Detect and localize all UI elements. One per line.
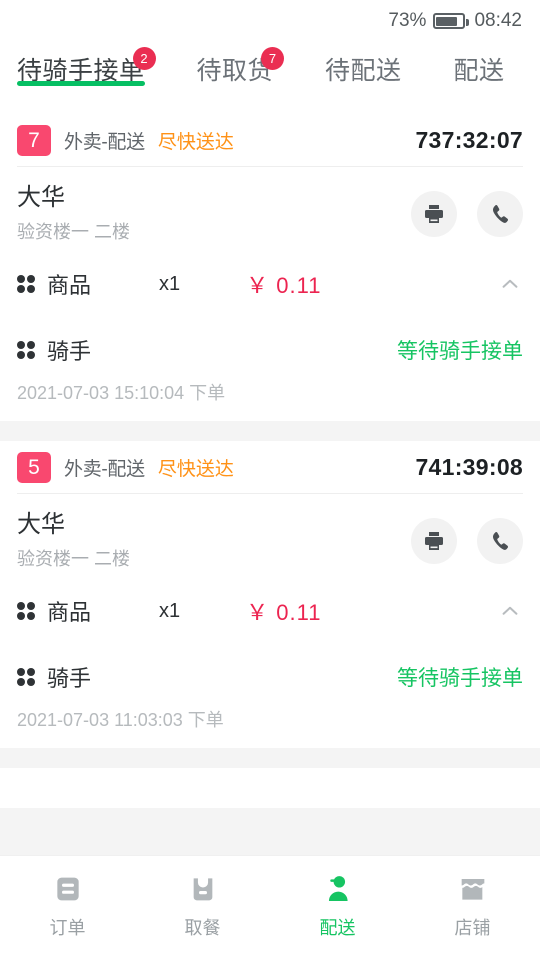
collapse-toggle[interactable] bbox=[497, 271, 523, 297]
customer-address: 验资楼一 二楼 bbox=[17, 549, 131, 569]
rider-label: 骑手 bbox=[47, 339, 92, 364]
goods-row[interactable]: 商品 x1 ￥ 0.11 bbox=[17, 586, 523, 636]
order-card[interactable]: 5 外卖-配送 尽快送达 741:39:08 大华 验资楼一 二楼 商品 x1 … bbox=[0, 441, 540, 748]
customer-actions bbox=[411, 191, 523, 237]
clock-label: 08:42 bbox=[474, 10, 522, 31]
printer-icon bbox=[425, 205, 443, 223]
order-card-header: 7 外卖-配送 尽快送达 737:32:07 bbox=[17, 114, 523, 167]
tab-badge: 7 bbox=[261, 47, 285, 70]
order-card[interactable]: 7 外卖-配送 尽快送达 737:32:07 大华 验资楼一 二楼 商品 x1 … bbox=[0, 114, 540, 421]
order-number-badge: 7 bbox=[17, 124, 51, 156]
print-button[interactable] bbox=[411, 191, 457, 237]
goods-quantity: x1 bbox=[159, 599, 181, 622]
bottom-navigation: 订单 取餐 配送 店铺 bbox=[0, 855, 540, 960]
print-button[interactable] bbox=[411, 518, 457, 564]
order-number-badge: 5 bbox=[17, 451, 51, 483]
nav-label: 配送 bbox=[319, 918, 356, 938]
goods-price: ￥ 0.11 bbox=[246, 273, 322, 298]
customer-name: 大华 bbox=[17, 184, 65, 211]
tab-waiting-rider-accept[interactable]: 待骑手接单 2 bbox=[17, 42, 156, 86]
order-urgency-label: 尽快送达 bbox=[157, 131, 234, 153]
nav-label: 店铺 bbox=[454, 918, 491, 938]
four-dots-icon bbox=[17, 275, 35, 293]
four-dots-icon bbox=[17, 341, 35, 359]
four-dots-icon bbox=[17, 602, 35, 620]
nav-item-shop[interactable]: 店铺 bbox=[405, 872, 540, 940]
nav-item-takeout[interactable]: 取餐 bbox=[135, 872, 270, 940]
order-list-icon bbox=[51, 872, 85, 906]
order-timer: 737:32:07 bbox=[415, 126, 523, 153]
card-separator bbox=[0, 421, 540, 441]
goods-quantity: x1 bbox=[159, 272, 181, 295]
battery-fill bbox=[436, 16, 457, 26]
rider-status: 等待骑手接单 bbox=[397, 667, 523, 690]
goods-row[interactable]: 商品 x1 ￥ 0.11 bbox=[17, 259, 523, 309]
goods-price: ￥ 0.11 bbox=[246, 600, 322, 625]
tab-label: 配送 bbox=[453, 57, 505, 85]
printer-icon bbox=[425, 532, 443, 550]
rider-row[interactable]: 骑手 等待骑手接单 bbox=[17, 650, 523, 704]
customer-address: 验资楼一 二楼 bbox=[17, 222, 131, 242]
order-timer: 741:39:08 bbox=[415, 453, 523, 480]
delivery-person-icon bbox=[321, 872, 355, 906]
battery-icon bbox=[433, 13, 470, 29]
order-list[interactable]: 7 外卖-配送 尽快送达 737:32:07 大华 验资楼一 二楼 商品 x1 … bbox=[0, 114, 540, 855]
customer-section: 大华 验资楼一 二楼 bbox=[17, 494, 523, 586]
call-button[interactable] bbox=[477, 518, 523, 564]
phone-icon bbox=[492, 205, 509, 223]
tab-badge: 2 bbox=[132, 47, 156, 70]
order-placed-time: 2021-07-03 11:03:03 下单 bbox=[17, 710, 224, 730]
customer-info: 大华 验资楼一 二楼 bbox=[17, 181, 411, 247]
customer-name: 大华 bbox=[17, 511, 65, 538]
tab-waiting-delivery[interactable]: 待配送 bbox=[325, 42, 402, 86]
customer-section: 大华 验资楼一 二楼 bbox=[17, 167, 523, 259]
call-button[interactable] bbox=[477, 191, 523, 237]
goods-label: 商品 bbox=[47, 600, 92, 625]
order-placed-time: 2021-07-03 15:10:04 下单 bbox=[17, 383, 226, 403]
shop-icon bbox=[456, 872, 490, 906]
tab-waiting-pickup[interactable]: 待取货 7 bbox=[197, 42, 285, 86]
tab-label: 待配送 bbox=[325, 57, 402, 85]
chevron-up-icon bbox=[502, 606, 518, 615]
nav-item-delivery[interactable]: 配送 bbox=[270, 872, 405, 940]
goods-label: 商品 bbox=[47, 273, 92, 298]
rider-status: 等待骑手接单 bbox=[397, 340, 523, 363]
phone-icon bbox=[492, 532, 509, 550]
chevron-up-icon bbox=[502, 279, 518, 288]
four-dots-icon bbox=[17, 668, 35, 686]
tab-delivering[interactable]: 配送 bbox=[454, 42, 505, 86]
nav-item-orders[interactable]: 订单 bbox=[0, 872, 135, 940]
list-bottom-separator bbox=[0, 748, 540, 768]
customer-info: 大华 验资楼一 二楼 bbox=[17, 508, 411, 574]
rider-row[interactable]: 骑手 等待骑手接单 bbox=[17, 323, 523, 377]
rider-label: 骑手 bbox=[47, 666, 92, 691]
order-type-label: 外卖-配送 bbox=[64, 131, 145, 153]
nav-label: 订单 bbox=[49, 918, 86, 938]
tab-bar: 待骑手接单 2 待取货 7 待配送 配送 bbox=[0, 42, 540, 114]
takeout-bag-icon bbox=[186, 872, 220, 906]
status-bar: 73% 08:42 bbox=[0, 0, 540, 42]
customer-actions bbox=[411, 518, 523, 564]
order-type-label: 外卖-配送 bbox=[64, 458, 145, 480]
list-bottom-filler bbox=[0, 768, 540, 808]
app-screen: 73% 08:42 待骑手接单 2 待取货 7 待配送 配送 7 外卖-配送 尽… bbox=[0, 0, 540, 960]
order-urgency-label: 尽快送达 bbox=[157, 458, 234, 480]
collapse-toggle[interactable] bbox=[497, 598, 523, 624]
order-card-header: 5 外卖-配送 尽快送达 741:39:08 bbox=[17, 441, 523, 494]
battery-percent-label: 73% bbox=[388, 10, 427, 31]
nav-label: 取餐 bbox=[184, 918, 221, 938]
tab-active-indicator bbox=[17, 81, 145, 86]
